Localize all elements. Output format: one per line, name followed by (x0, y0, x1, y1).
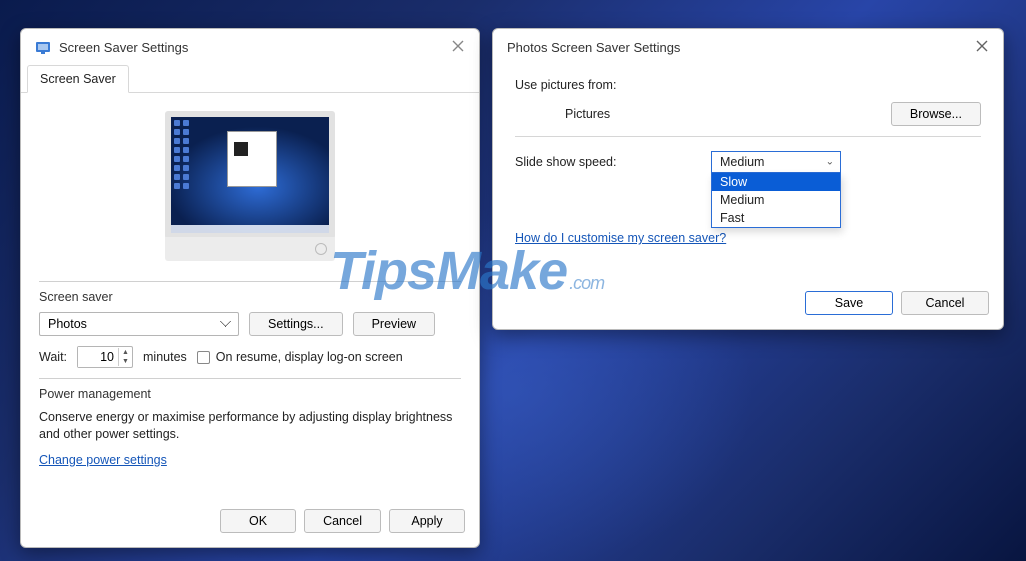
spinner-arrows[interactable]: ▲▼ (118, 348, 132, 366)
help-link[interactable]: How do I customise my screen saver? (515, 231, 726, 245)
power-group-title: Power management (39, 387, 461, 401)
screen-saver-settings-window: Screen Saver Settings Screen Saver S (20, 28, 480, 548)
titlebar: Photos Screen Saver Settings (493, 29, 1003, 64)
dialog-footer: Save Cancel (493, 281, 1003, 329)
save-button[interactable]: Save (805, 291, 893, 315)
wait-label: Wait: (39, 350, 67, 364)
speed-dropdown: Slow Medium Fast (711, 173, 841, 228)
preview-monitor (165, 111, 335, 261)
screensaver-icon (35, 40, 51, 56)
photos-screensaver-settings-window: Photos Screen Saver Settings Use picture… (492, 28, 1004, 330)
titlebar: Screen Saver Settings (21, 29, 479, 64)
wait-input[interactable] (78, 347, 118, 367)
settings-button[interactable]: Settings... (249, 312, 343, 336)
close-icon[interactable] (451, 39, 465, 56)
browse-button[interactable]: Browse... (891, 102, 981, 126)
use-pictures-label: Use pictures from: (515, 78, 981, 92)
screen-saver-group-title: Screen saver (39, 290, 461, 304)
tab-screen-saver[interactable]: Screen Saver (27, 65, 129, 93)
screensaver-select[interactable]: Photos (39, 312, 239, 336)
ok-button[interactable]: OK (220, 509, 296, 533)
checkbox-box[interactable] (197, 351, 210, 364)
change-power-settings-link[interactable]: Change power settings (39, 453, 167, 467)
cancel-button[interactable]: Cancel (304, 509, 381, 533)
cancel-button[interactable]: Cancel (901, 291, 989, 315)
close-icon[interactable] (975, 39, 989, 56)
preview-button[interactable]: Preview (353, 312, 435, 336)
speed-option-fast[interactable]: Fast (712, 209, 840, 227)
speed-combobox[interactable]: Medium ⌄ (711, 151, 841, 173)
wait-spinner[interactable]: ▲▼ (77, 346, 133, 368)
speed-label: Slide show speed: (515, 155, 655, 169)
dialog-footer: OK Cancel Apply (21, 499, 479, 547)
speed-selected: Medium (720, 155, 764, 169)
window-title: Photos Screen Saver Settings (507, 40, 680, 55)
chevron-down-icon: ⌄ (826, 157, 834, 168)
wait-unit: minutes (143, 350, 187, 364)
speed-option-medium[interactable]: Medium (712, 191, 840, 209)
power-description: Conserve energy or maximise performance … (39, 409, 461, 443)
tab-row: Screen Saver (21, 64, 479, 93)
apply-button[interactable]: Apply (389, 509, 465, 533)
resume-checkbox[interactable]: On resume, display log-on screen (197, 350, 403, 364)
pictures-folder: Pictures (565, 107, 891, 121)
resume-label: On resume, display log-on screen (216, 350, 403, 364)
window-title: Screen Saver Settings (59, 40, 188, 55)
speed-option-slow[interactable]: Slow (712, 173, 840, 191)
